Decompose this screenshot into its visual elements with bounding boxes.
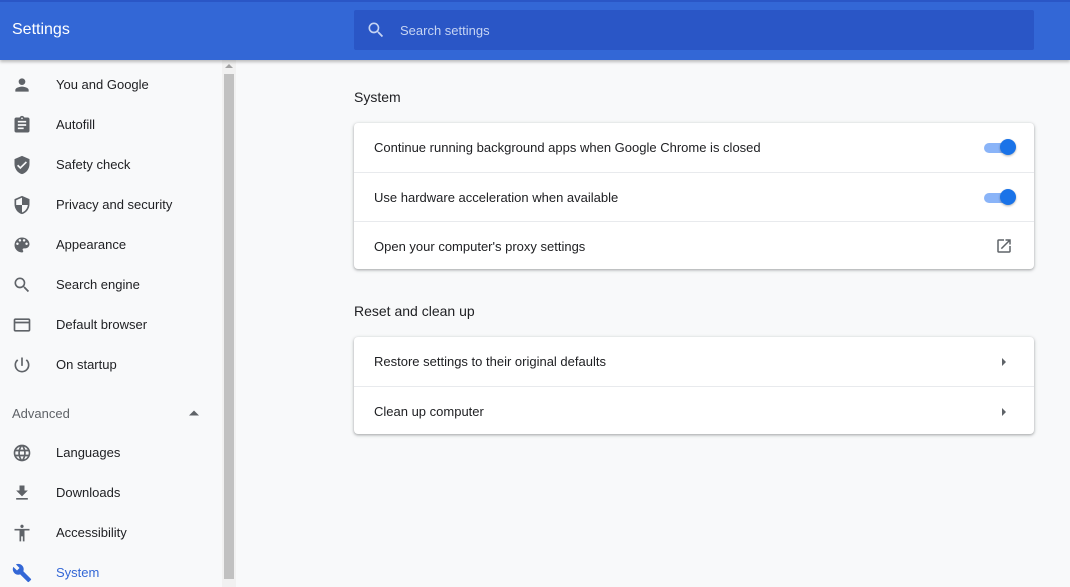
sidebar-item-safety-check[interactable]: Safety check	[0, 145, 222, 185]
search-input[interactable]	[400, 10, 1020, 50]
sidebar-item-label: On startup	[56, 357, 117, 372]
sidebar-item-label: Languages	[56, 445, 121, 460]
system-card: Continue running background apps when Go…	[354, 123, 1034, 269]
setting-row-clean-up[interactable]: Clean up computer	[354, 386, 1034, 435]
wrench-icon	[12, 563, 32, 583]
setting-label: Continue running background apps when Go…	[374, 140, 761, 155]
sidebar-item-search-engine[interactable]: Search engine	[0, 265, 222, 305]
setting-row-restore-defaults[interactable]: Restore settings to their original defau…	[354, 337, 1034, 386]
sidebar-item-on-startup[interactable]: On startup	[0, 345, 222, 385]
sidebar-item-label: Default browser	[56, 317, 148, 332]
sidebar-item-accessibility[interactable]: Accessibility	[0, 513, 222, 553]
globe-icon	[13, 444, 31, 462]
sidebar-item-label: Accessibility	[56, 525, 127, 540]
sidebar-item-autofill[interactable]: Autofill	[0, 105, 222, 145]
setting-row-background-apps[interactable]: Continue running background apps when Go…	[354, 123, 1034, 172]
person-icon	[15, 78, 29, 92]
setting-row-proxy[interactable]: Open your computer's proxy settings	[354, 221, 1034, 270]
caret-up-icon	[189, 410, 199, 416]
section-title-reset: Reset and clean up	[354, 303, 475, 319]
sidebar-item-downloads[interactable]: Downloads	[0, 473, 222, 513]
sidebar-item-label: Privacy and security	[56, 197, 173, 212]
arrow-right-icon	[1002, 358, 1006, 366]
shield-icon	[14, 195, 30, 215]
setting-row-hardware-acceleration[interactable]: Use hardware acceleration when available	[354, 172, 1034, 221]
sidebar: You and Google Autofill Safety check Pri…	[0, 60, 222, 587]
section-title-system: System	[354, 89, 401, 105]
scrollbar-thumb[interactable]	[224, 74, 234, 579]
sidebar-item-languages[interactable]: Languages	[0, 433, 222, 473]
sidebar-item-label: Appearance	[56, 237, 127, 252]
palette-icon	[14, 237, 30, 253]
sidebar-item-label: Autofill	[56, 117, 96, 132]
toggle-knob	[1000, 139, 1016, 155]
sidebar-item-label: You and Google	[56, 77, 149, 92]
scroll-up-arrow-icon[interactable]	[225, 63, 233, 69]
accessibility-icon	[14, 524, 30, 542]
background-apps-toggle[interactable]	[982, 139, 1016, 157]
arrow-right-icon	[1002, 408, 1006, 416]
sidebar-item-label: Safety check	[56, 157, 131, 172]
download-icon	[16, 485, 28, 500]
toggle-knob	[1000, 189, 1016, 205]
sidebar-item-privacy-and-security[interactable]: Privacy and security	[0, 185, 222, 225]
open-in-new-icon[interactable]	[995, 237, 1013, 255]
advanced-label: Advanced	[12, 406, 70, 421]
setting-label: Restore settings to their original defau…	[374, 354, 606, 369]
sidebar-item-system[interactable]: System	[0, 553, 222, 587]
search-box[interactable]	[354, 10, 1034, 50]
search-icon	[14, 277, 30, 293]
sidebar-item-label: Search engine	[56, 277, 140, 292]
sidebar-item-label: Downloads	[56, 485, 121, 500]
app-title: Settings	[12, 21, 70, 38]
setting-label: Clean up computer	[374, 404, 484, 419]
clipboard-icon	[14, 115, 30, 133]
sidebar-item-you-and-google[interactable]: You and Google	[0, 65, 222, 105]
toolbar: Settings	[0, 0, 1070, 60]
sidebar-item-label: System	[56, 565, 100, 580]
browser-window-icon	[13, 318, 31, 332]
advanced-toggle[interactable]: Advanced	[0, 394, 222, 432]
power-icon	[14, 357, 30, 373]
hardware-acceleration-toggle[interactable]	[982, 189, 1016, 207]
shield-check-icon	[14, 155, 30, 175]
search-icon	[368, 22, 384, 38]
sidebar-item-appearance[interactable]: Appearance	[0, 225, 222, 265]
reset-card: Restore settings to their original defau…	[354, 337, 1034, 434]
sidebar-item-default-browser[interactable]: Default browser	[0, 305, 222, 345]
setting-label: Use hardware acceleration when available	[374, 190, 619, 205]
setting-label: Open your computer's proxy settings	[374, 239, 586, 254]
sidebar-scrollbar[interactable]	[222, 60, 236, 587]
